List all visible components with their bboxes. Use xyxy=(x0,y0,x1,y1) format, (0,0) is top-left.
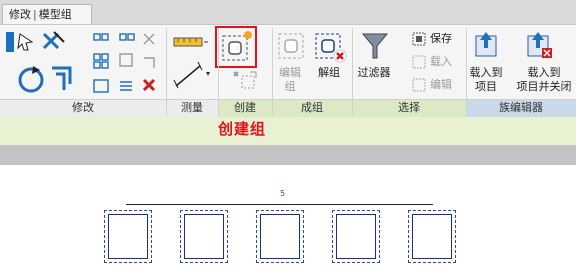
panel-title-bar: 修改 测量 创建 成组 选择 族编辑器 xyxy=(0,99,576,117)
tab-modify-model-group[interactable]: 修改 | 模型组 xyxy=(2,4,92,24)
edit-label[interactable]: 编辑 xyxy=(430,78,460,92)
model-element-outline xyxy=(108,214,148,259)
ungroup-label[interactable]: 解组 xyxy=(311,66,347,80)
model-element-outline xyxy=(336,214,376,259)
panel-title-modify: 修改 xyxy=(72,101,94,114)
panel-title-family-editor: 族编辑器 xyxy=(466,100,576,117)
edit-group-icon[interactable] xyxy=(276,30,310,64)
panel-separator xyxy=(166,28,167,116)
model-element-outline xyxy=(184,214,224,259)
load-into-project-icon[interactable] xyxy=(472,30,500,60)
load-into-project-label[interactable]: 载入到 项目 xyxy=(462,66,510,94)
edit-icon[interactable] xyxy=(412,78,426,92)
dimension-line[interactable] xyxy=(126,204,433,205)
load-icon[interactable] xyxy=(412,55,426,69)
filter-label[interactable]: 过滤器 xyxy=(351,66,397,80)
panel-title-measure: 测量 xyxy=(181,101,203,114)
load-label[interactable]: 载入 xyxy=(430,55,460,69)
model-element[interactable] xyxy=(332,210,380,263)
revit-window: 修改 | 模型组 编辑 组 解组 过滤器 保存 载入 编辑 载入到 项目 载入到… xyxy=(0,0,576,279)
load-and-close-icon[interactable] xyxy=(524,30,554,60)
dimension-value[interactable]: 5 xyxy=(280,189,285,198)
modify-tools-icon[interactable] xyxy=(0,30,86,98)
save-label[interactable]: 保存 xyxy=(430,32,460,46)
model-element[interactable] xyxy=(104,210,152,263)
align-move-icons[interactable] xyxy=(92,30,164,96)
model-element[interactable] xyxy=(180,210,228,263)
panel-separator xyxy=(218,28,219,116)
context-band xyxy=(0,117,576,145)
panel-title-create: 创建 xyxy=(218,100,272,117)
tab-label-modify: 修改 xyxy=(9,8,31,21)
panel-title-select: 选择 xyxy=(352,100,466,117)
panel-separator xyxy=(272,28,273,116)
panel-separator xyxy=(352,28,353,116)
tab-strip: 修改 | 模型组 xyxy=(0,0,576,24)
model-element-outline xyxy=(412,214,452,259)
ungroup-icon[interactable] xyxy=(313,30,347,64)
filter-icon[interactable] xyxy=(360,30,390,62)
model-element[interactable] xyxy=(256,210,304,263)
create-group-callout: 创建组 xyxy=(218,120,267,138)
options-bar xyxy=(0,145,576,165)
panel-separator xyxy=(466,28,467,116)
create-group-highlight xyxy=(215,26,257,68)
save-icon[interactable] xyxy=(412,32,426,46)
tab-label-model-group: 模型组 xyxy=(38,8,72,21)
model-element-outline xyxy=(260,214,300,259)
model-element[interactable] xyxy=(408,210,456,263)
tab-separator: | xyxy=(33,8,37,21)
attach-detail-icon[interactable] xyxy=(228,68,262,94)
measure-icon[interactable] xyxy=(170,32,212,94)
panel-title-group: 成组 xyxy=(272,100,352,117)
load-and-close-label[interactable]: 载入到 项目并关闭 xyxy=(512,66,576,94)
edit-group-label[interactable]: 编辑 组 xyxy=(272,66,308,94)
